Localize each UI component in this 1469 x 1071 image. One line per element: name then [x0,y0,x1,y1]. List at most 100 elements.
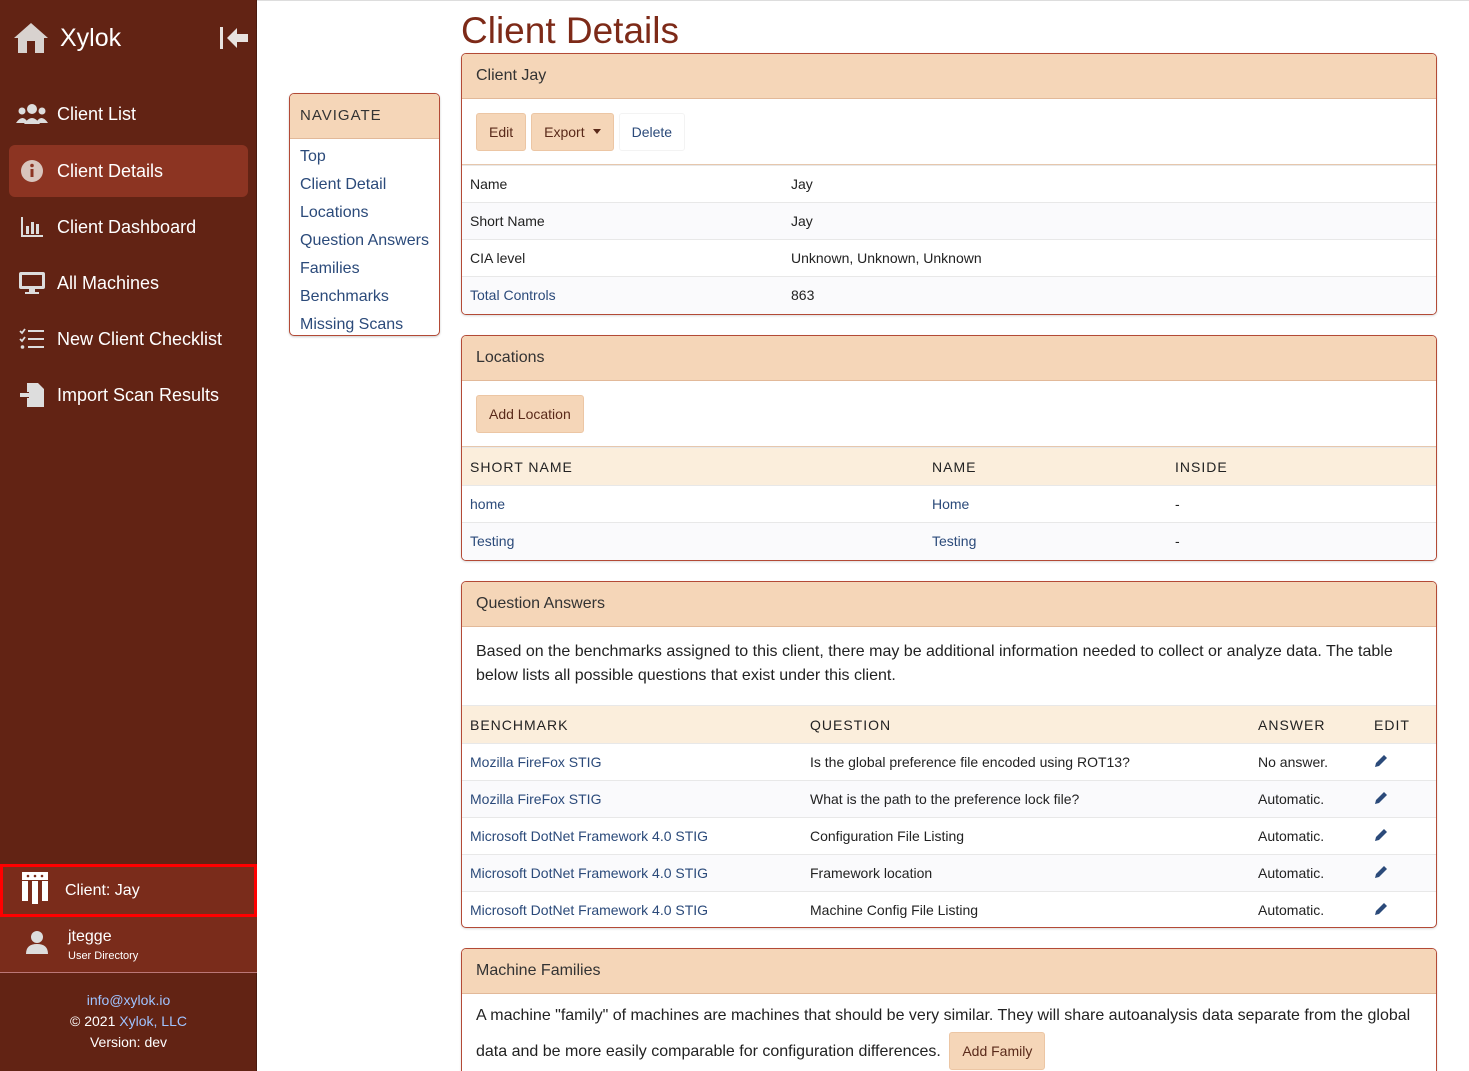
table-row: Testing Testing - [462,522,1436,560]
sidebar: Xylok Client List Client Details Client … [0,0,257,1071]
bar-chart-icon [21,217,43,237]
sidebar-item-label: New Client Checklist [57,328,223,349]
location-short-name-link[interactable]: Testing [470,533,514,549]
sidebar-item-client-dashboard[interactable]: Client Dashboard [9,201,248,253]
import-file-icon [20,383,44,407]
column-header-edit: EDIT [1366,705,1436,744]
column-header-answer[interactable]: ANSWER [1250,705,1366,744]
benchmark-link[interactable]: Mozilla FireFox STIG [470,754,601,770]
nav-link-families[interactable]: Families [300,255,429,283]
location-name-link[interactable]: Testing [932,533,976,549]
pencil-icon[interactable] [1374,754,1388,768]
benchmark-link[interactable]: Microsoft DotNet Framework 4.0 STIG [470,865,708,881]
add-family-button[interactable]: Add Family [949,1032,1046,1070]
sidebar-footer: info@xylok.io © 2021 Xylok, LLC Version:… [0,990,257,1053]
machine-families-title: Machine Families [462,949,1436,994]
benchmark-link[interactable]: Mozilla FireFox STIG [470,791,601,807]
pencil-icon[interactable] [1374,828,1388,842]
benchmark-link[interactable]: Microsoft DotNet Framework 4.0 STIG [470,902,708,918]
table-row: Short Name Jay [462,202,1436,240]
collapse-sidebar-icon[interactable] [218,24,250,52]
table-row: Mozilla FireFox STIG What is the path to… [462,780,1436,818]
app-name: Xylok [60,23,122,52]
question-answers-title: Question Answers [462,582,1436,627]
column-header-inside[interactable]: INSIDE [1167,447,1436,486]
machine-families-body: A machine "family" of machines are machi… [462,994,1436,1071]
user-directory: User Directory [68,949,139,962]
info-value: Jay [783,165,1436,203]
sidebar-item-client-list[interactable]: Client List [9,88,248,140]
info-value: 863 [783,276,1436,314]
table-row: Microsoft DotNet Framework 4.0 STIG Conf… [462,817,1436,855]
benchmark-link[interactable]: Microsoft DotNet Framework 4.0 STIG [470,828,708,844]
answer-text: Automatic. [1250,891,1366,927]
contact-email-link[interactable]: info@xylok.io [87,992,170,1008]
total-controls-link[interactable]: Total Controls [470,287,556,303]
locations-card: Locations Add Location SHORT NAME NAME INS… [461,335,1437,561]
page-title: Client Details [461,10,679,51]
current-client[interactable]: Client: Jay [0,864,257,917]
answer-text: Automatic. [1250,780,1366,818]
question-answers-description: Based on the benchmarks assigned to this… [476,643,1393,684]
current-client-label: Client: Jay [65,881,140,899]
table-row: Name Jay [462,165,1436,203]
question-text: What is the path to the preference lock … [802,780,1250,818]
client-card-title: Client Jay [462,54,1436,99]
column-header-name[interactable]: NAME [924,447,1167,486]
checklist-icon [19,328,44,349]
locations-title: Locations [462,336,1436,381]
locations-table: SHORT NAME NAME INSIDE home Home - Testing Te… [462,447,1436,560]
company-link[interactable]: Xylok, LLC [119,1013,187,1029]
pencil-icon[interactable] [1374,865,1388,879]
sidebar-item-client-details[interactable]: Client Details [9,145,248,197]
column-header-benchmark[interactable]: BENCHMARK [462,705,802,744]
column-header-question[interactable]: QUESTION [802,705,1250,744]
location-inside: - [1167,485,1436,523]
pencil-icon[interactable] [1374,791,1388,805]
question-text: Machine Config File Listing [802,891,1250,927]
nav-link-locations[interactable]: Locations [300,199,429,227]
edit-button[interactable]: Edit [476,112,527,151]
table-row: Microsoft DotNet Framework 4.0 STIG Mach… [462,891,1436,927]
user-name: jtegge [68,927,112,945]
sidebar-item-import-scan-results[interactable]: Import Scan Results [9,369,248,421]
sidebar-item-label: Client Dashboard [57,216,197,237]
info-icon [21,160,43,182]
sidebar-item-new-client-checklist[interactable]: New Client Checklist [9,313,248,365]
sidebar-item-label: Client Details [57,160,164,181]
machine-families-description: A machine "family" of machines are machi… [476,1007,1411,1060]
info-label: Name [462,165,783,203]
question-text: Is the global preference file encoded us… [802,743,1250,781]
brand[interactable]: Xylok [12,18,121,58]
user-menu[interactable]: jtegge User Directory [0,917,257,973]
export-label: Export [544,123,585,140]
info-value: Unknown, Unknown, Unknown [783,239,1436,277]
table-row: home Home - [462,485,1436,523]
location-short-name-link[interactable]: home [470,496,505,512]
delete-button[interactable]: Delete [618,112,686,151]
sidebar-item-all-machines[interactable]: All Machines [9,257,248,309]
table-row: Total Controls 863 [462,276,1436,314]
home-icon [14,23,48,53]
users-icon [16,104,48,124]
info-value: Jay [783,202,1436,240]
client-shield-icon [22,872,48,904]
navigate-title: NAVIGATE [290,94,439,139]
sidebar-item-label: Import Scan Results [57,384,220,405]
export-button[interactable]: Export [531,112,614,151]
nav-link-benchmarks[interactable]: Benchmarks [300,283,429,311]
navigate-panel: NAVIGATE Top Client Detail Locations Que… [289,93,440,336]
pencil-icon[interactable] [1374,902,1388,916]
nav-link-missing-scans[interactable]: Missing Scans [300,311,429,335]
location-name-link[interactable]: Home [932,496,969,512]
nav-link-top[interactable]: Top [300,143,429,171]
client-card: Client Jay Edit Export Delete Name Jay Sh… [461,53,1437,315]
sidebar-item-label: All Machines [57,272,160,293]
caret-down-icon [592,129,601,134]
nav-link-client-detail[interactable]: Client Detail [300,171,429,199]
nav-link-question-answers[interactable]: Question Answers [300,227,429,255]
question-answers-table: BENCHMARK QUESTION ANSWER EDIT Mozilla Fire… [462,705,1436,927]
column-header-short-name[interactable]: SHORT NAME [462,447,924,486]
add-location-button[interactable]: Add Location [476,394,584,433]
top-border [257,0,1469,1]
